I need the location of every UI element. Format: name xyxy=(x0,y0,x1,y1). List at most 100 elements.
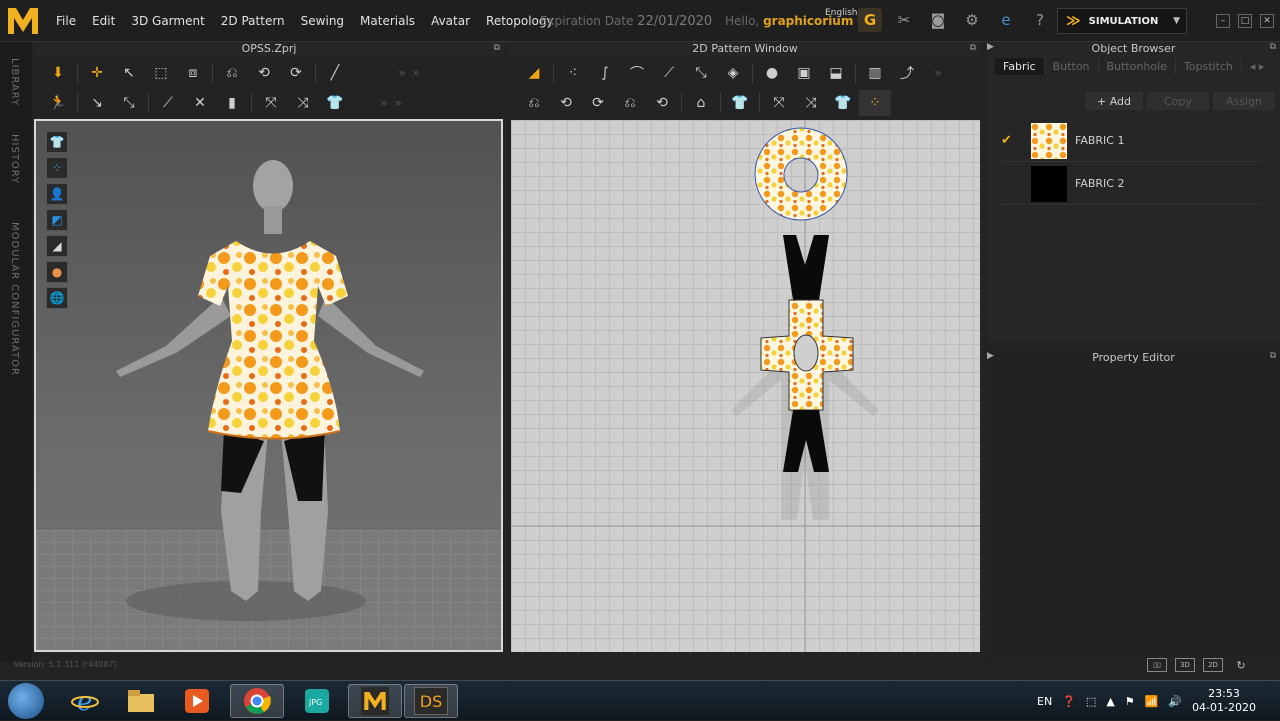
tab-library[interactable]: LIBRARY xyxy=(9,58,20,106)
split-view-icon[interactable]: ▯▯ xyxy=(1147,658,1167,672)
expand-icon[interactable]: ⧉ xyxy=(970,43,976,53)
refresh-icon[interactable]: ↻ xyxy=(1231,658,1251,672)
select-mesh-icon[interactable]: ↖ xyxy=(113,60,145,86)
view-3d-button[interactable]: 3D xyxy=(1175,658,1195,672)
show-garment-icon[interactable]: 👕 xyxy=(46,131,68,153)
segment-icon[interactable]: ⤡ xyxy=(685,60,717,86)
collapse-icon[interactable]: ▶ xyxy=(987,42,994,52)
copy-fabric-button[interactable]: Copy xyxy=(1147,92,1209,110)
edit-pattern-icon[interactable]: ◢ xyxy=(518,60,550,86)
tab-button[interactable]: Button xyxy=(1045,58,1099,75)
cloud-sync-icon[interactable]: G xyxy=(858,8,882,32)
2d-pattern-viewport[interactable] xyxy=(511,120,980,652)
windows-start-icon[interactable] xyxy=(8,683,44,719)
view-2d-button[interactable]: 2D xyxy=(1203,658,1223,672)
texture-icon[interactable]: ⤧ xyxy=(255,90,287,116)
volume-icon[interactable]: 🔊 xyxy=(1168,695,1182,708)
simulation-button[interactable]: ≫ SIMULATION ▼ xyxy=(1057,8,1187,34)
tab-buttonhole[interactable]: Buttonhole xyxy=(1099,58,1176,75)
rectangle-icon[interactable]: ▣ xyxy=(788,60,820,86)
3d-viewport[interactable]: 👕 ⁘ 👤 ◩ ◢ ● 🌐 xyxy=(34,119,503,652)
show-avatar-icon[interactable]: 👤 xyxy=(46,183,68,205)
language-indicator[interactable]: EN xyxy=(1037,695,1052,708)
dart-icon[interactable]: ▥ xyxy=(859,60,891,86)
maximize-button[interactable]: □ xyxy=(1238,14,1252,28)
file-explorer-icon[interactable] xyxy=(114,684,168,718)
tab-modular-configurator[interactable]: MODULAR CONFIGURATOR xyxy=(9,222,20,376)
measure-icon[interactable]: ↘ xyxy=(81,90,113,116)
edit-point-icon[interactable]: ⁖ xyxy=(557,60,589,86)
edit-curvature-icon[interactable]: ⌒ xyxy=(621,60,653,86)
add-point-icon[interactable]: ⟋ xyxy=(653,60,685,86)
free-sewing-icon[interactable]: ⟲ xyxy=(550,90,582,116)
marvelous-designer-taskbar-icon[interactable] xyxy=(348,684,402,718)
chrome-icon[interactable] xyxy=(230,684,284,718)
measure-length-icon[interactable]: ⤡ xyxy=(113,90,145,116)
layer-icon[interactable]: ▮ xyxy=(216,90,248,116)
menu-materials[interactable]: Materials xyxy=(352,14,423,28)
transform-icon[interactable]: ⬚ xyxy=(145,60,177,86)
texture-mode-icon[interactable]: ◩ xyxy=(46,209,68,231)
toolbar-more-icon[interactable]: » xyxy=(931,66,945,80)
graphic-icon[interactable]: ⤨ xyxy=(287,90,319,116)
fold-icon[interactable]: ⎌ xyxy=(216,60,248,86)
menu-avatar[interactable]: Avatar xyxy=(423,14,478,28)
segment-sewing-icon[interactable]: ⎌ xyxy=(518,90,550,116)
internal-shape-icon[interactable]: ⬓ xyxy=(820,60,852,86)
pattern-pieces[interactable] xyxy=(511,120,980,652)
m-n-sewing-icon[interactable]: ⟳ xyxy=(582,90,614,116)
help-icon[interactable]: ? xyxy=(1028,8,1052,32)
assign-fabric-button[interactable]: Assign xyxy=(1213,92,1275,110)
fabric-list-item[interactable]: FABRIC 2 xyxy=(1001,163,1261,205)
tab-history[interactable]: HISTORY xyxy=(9,134,20,184)
menu-edit[interactable]: Edit xyxy=(84,14,123,28)
network-icon[interactable]: 📶 xyxy=(1145,695,1159,708)
menu-3d-garment[interactable]: 3D Garment xyxy=(123,14,212,28)
action-center-icon[interactable]: ⚑ xyxy=(1125,695,1135,708)
show-hidden-icons[interactable]: ▲ xyxy=(1106,695,1114,708)
fitting-icon[interactable]: ✕ xyxy=(184,90,216,116)
expand-icon[interactable]: ⧉ xyxy=(1270,351,1276,361)
menu-sewing[interactable]: Sewing xyxy=(293,14,352,28)
avatar-skin-icon[interactable]: ● xyxy=(46,261,68,283)
gear-icon[interactable]: ⚙ xyxy=(960,8,984,32)
arrangement-icon[interactable]: ⟋ xyxy=(152,90,184,116)
tray-icon[interactable]: ⬚ xyxy=(1086,695,1096,708)
jpeg-viewer-icon[interactable]: JPG xyxy=(290,684,344,718)
pin-icon[interactable]: ╱ xyxy=(319,60,351,86)
tab-fabric[interactable]: Fabric xyxy=(995,58,1045,75)
menu-2d-pattern[interactable]: 2D Pattern xyxy=(213,14,293,28)
toolbar-more-icon[interactable]: » xyxy=(409,66,423,80)
environment-icon[interactable]: 🌐 xyxy=(46,287,68,309)
render-icon[interactable]: ◢ xyxy=(46,235,68,257)
toolbar-more-icon[interactable]: » xyxy=(377,96,391,110)
clock[interactable]: 23:53 04-01-2020 xyxy=(1192,687,1256,715)
pleat-icon[interactable]: ⤴ xyxy=(891,60,923,86)
show-particles-icon[interactable]: ⁘ xyxy=(46,157,68,179)
internet-explorer-icon[interactable]: e xyxy=(58,684,112,718)
garment-fit-icon[interactable]: 👕 xyxy=(724,90,756,116)
simulation-dropdown-icon[interactable]: ▼ xyxy=(1173,16,1180,26)
expand-icon[interactable]: ⧉ xyxy=(494,43,500,53)
box-select-icon[interactable]: ⧈ xyxy=(177,60,209,86)
tab-topstitch[interactable]: Topstitch xyxy=(1176,58,1242,75)
ellipse-icon[interactable]: ● xyxy=(756,60,788,86)
texture-edit-icon[interactable]: ⤧ xyxy=(763,90,795,116)
simulation-arrow-icon[interactable]: ⬇ xyxy=(42,60,74,86)
add-fabric-button[interactable]: + Add xyxy=(1085,92,1143,110)
camera-icon[interactable]: ◙ xyxy=(926,8,950,32)
tabs-scroll-icon[interactable]: ◂ ▸ xyxy=(1242,58,1273,75)
close-button[interactable]: ✕ xyxy=(1260,14,1274,28)
shirt-pattern-icon[interactable]: 👕 xyxy=(827,90,859,116)
polygon-icon[interactable]: ◈ xyxy=(717,60,749,86)
ds-app-icon[interactable]: DS xyxy=(404,684,458,718)
avatar-pose-icon[interactable]: 🏃 xyxy=(42,90,74,116)
fabric-list-item[interactable]: ✔ FABRIC 1 xyxy=(1001,120,1261,162)
minimize-button[interactable]: – xyxy=(1216,14,1230,28)
media-player-icon[interactable] xyxy=(170,684,224,718)
menu-file[interactable]: File xyxy=(48,14,84,28)
stitch-icon[interactable]: ⟳ xyxy=(280,60,312,86)
help-icon[interactable]: ❓ xyxy=(1062,695,1076,708)
show-grid-icon[interactable]: ⁘ xyxy=(859,90,891,116)
curve-point-icon[interactable]: ∫ xyxy=(589,60,621,86)
